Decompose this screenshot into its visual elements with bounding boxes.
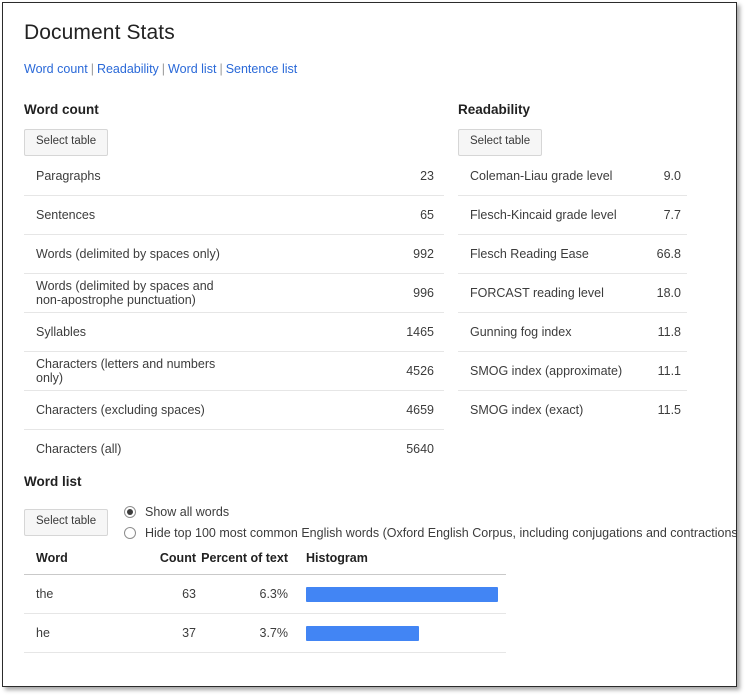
- readability-row-value: 7.7: [625, 195, 687, 235]
- histogram-bar: [306, 625, 419, 641]
- radio-option-label: Show all words: [145, 504, 230, 519]
- word-count-row-label: Words (delimited by spaces and non-apost…: [24, 273, 234, 313]
- nav-separator: |: [161, 62, 166, 76]
- word-count-row-value: 4526: [234, 351, 444, 391]
- radio-icon-selected[interactable]: [124, 505, 136, 518]
- readability-row-label: Flesch Reading Ease: [458, 234, 625, 274]
- readability-row-label: SMOG index (exact): [470, 402, 584, 417]
- table-row: Paragraphs 23: [24, 156, 444, 196]
- nav-link-sentence-list[interactable]: Sentence list: [226, 62, 298, 76]
- histogram-cell: [303, 613, 506, 653]
- table-row: the 63 6.3%: [24, 574, 506, 614]
- word-count-table: Paragraphs 23 Sentences 65 Words (delimi…: [24, 156, 444, 468]
- readability-row-label: SMOG index (approximate): [458, 351, 625, 391]
- readability-row-value: 11.8: [625, 312, 687, 352]
- word-count-row-label: Paragraphs: [24, 156, 234, 196]
- word-list-controls: Select table Show all words Hide top 100…: [24, 501, 736, 545]
- readability-row-label: FORCAST reading level: [458, 273, 625, 313]
- readability-row-label: Coleman-Liau grade level: [458, 156, 625, 196]
- histogram-cell: [303, 574, 506, 614]
- count-cell: 63: [141, 574, 196, 614]
- table-row: Characters (excluding spaces) 4659: [24, 390, 444, 430]
- table-row: Words (delimited by spaces and non-apost…: [24, 273, 444, 313]
- nav-separator: |: [90, 62, 94, 76]
- radio-option-hide-common-words[interactable]: Hide top 100 most common English words (…: [124, 522, 736, 543]
- histogram-bar: [306, 586, 498, 602]
- word-list-heading: Word list: [24, 474, 82, 489]
- radio-option-label: Hide top 100 most common English words (…: [145, 525, 736, 540]
- readability-section: Readability Select table Coleman-Liau gr…: [458, 102, 688, 429]
- word-count-row-label: Sentences: [24, 195, 234, 235]
- word-count-select-table-button[interactable]: Select table: [24, 129, 109, 156]
- table-header-row: Word Count Percent of text Histogram: [24, 551, 506, 575]
- section-nav-links: Word count | Readability | Word list | Sentenc…: [24, 62, 724, 76]
- word-count-row-label: Characters (letters and numbers only): [24, 351, 234, 391]
- table-row: Syllables 1465: [24, 312, 444, 352]
- table-row: SMOG index (approximate) 11.1: [458, 351, 687, 391]
- column-header-histogram[interactable]: Histogram: [303, 551, 506, 575]
- word-count-row-label: Characters (all): [36, 441, 122, 456]
- word-count-heading: Word count: [24, 102, 99, 117]
- table-row: Words (delimited by spaces only) 992: [24, 234, 444, 274]
- nav-link-word-list[interactable]: Word list: [168, 62, 216, 76]
- word-count-row-value: 4659: [234, 390, 444, 430]
- nav-link-readability[interactable]: Readability: [97, 62, 159, 76]
- readability-select-table-button[interactable]: Select table: [458, 129, 543, 156]
- readability-row-label: Flesch-Kincaid grade level: [458, 195, 625, 235]
- table-row: Sentences 65: [24, 195, 444, 235]
- table-row: Characters (all) 5640: [24, 429, 444, 468]
- word-list-button-holder: Select table: [24, 509, 109, 536]
- word-count-row-value: 1465: [234, 312, 444, 352]
- word-list-filter-radio-group: Show all words Hide top 100 most common …: [124, 501, 736, 543]
- radio-icon-unselected[interactable]: [124, 526, 136, 539]
- word-count-row-value: 992: [234, 234, 444, 274]
- nav-separator: |: [219, 62, 223, 76]
- readability-row-label: Gunning fog index: [458, 312, 625, 352]
- window-frame: Document Stats Word count | Readability | Wo…: [2, 2, 737, 687]
- table-row: Gunning fog index 11.8: [458, 312, 687, 352]
- table-row: he 37 3.7%: [24, 613, 506, 653]
- page-title: Document Stats: [24, 21, 175, 44]
- table-row: Flesch-Kincaid grade level 7.7: [458, 195, 687, 235]
- word-count-row-value: 5640: [406, 441, 434, 456]
- percent-cell: 6.3%: [196, 574, 303, 614]
- word-count-section: Word count Select table Paragraphs 23 Se…: [24, 102, 444, 468]
- readability-table: Coleman-Liau grade level 9.0 Flesch-Kinc…: [458, 156, 687, 429]
- readability-row-value: 9.0: [625, 156, 687, 196]
- word-count-row-label: Characters (excluding spaces): [24, 390, 234, 430]
- count-cell: 37: [141, 613, 196, 653]
- readability-row-value: 11.1: [625, 351, 687, 391]
- table-row: Characters (letters and numbers only) 45…: [24, 351, 444, 391]
- nav-link-word-count[interactable]: Word count: [24, 62, 88, 76]
- word-cell: he: [24, 613, 141, 653]
- table-row: FORCAST reading level 18.0: [458, 273, 687, 313]
- readability-row-value: 11.5: [657, 402, 681, 417]
- column-header-percent-of-text[interactable]: Percent of text: [196, 551, 303, 575]
- word-count-row-label: Words (delimited by spaces only): [24, 234, 234, 274]
- column-header-word[interactable]: Word: [24, 551, 141, 575]
- table-row: Flesch Reading Ease 66.8: [458, 234, 687, 274]
- word-count-row-value: 996: [234, 273, 444, 313]
- word-count-row-value: 65: [234, 195, 444, 235]
- word-list-section: Word list Select table Show all words Hi…: [24, 474, 736, 653]
- readability-row-value: 18.0: [625, 273, 687, 313]
- page-body: Document Stats Word count | Readability | Wo…: [3, 3, 736, 686]
- word-list-table: Word Count Percent of text Histogram the…: [24, 551, 506, 653]
- table-row: SMOG index (exact) 11.5: [458, 390, 687, 429]
- readability-row-value: 66.8: [625, 234, 687, 274]
- screenshot-root: Document Stats Word count | Readability | Wo…: [0, 0, 750, 700]
- word-list-select-table-button[interactable]: Select table: [24, 509, 109, 536]
- word-count-row-value: 23: [234, 156, 444, 196]
- word-count-row-label: Syllables: [24, 312, 234, 352]
- table-row: Coleman-Liau grade level 9.0: [458, 156, 687, 196]
- column-header-count[interactable]: Count: [141, 551, 196, 575]
- readability-heading: Readability: [458, 102, 531, 117]
- radio-option-show-all-words[interactable]: Show all words: [124, 501, 736, 522]
- word-cell: the: [24, 574, 141, 614]
- percent-cell: 3.7%: [196, 613, 303, 653]
